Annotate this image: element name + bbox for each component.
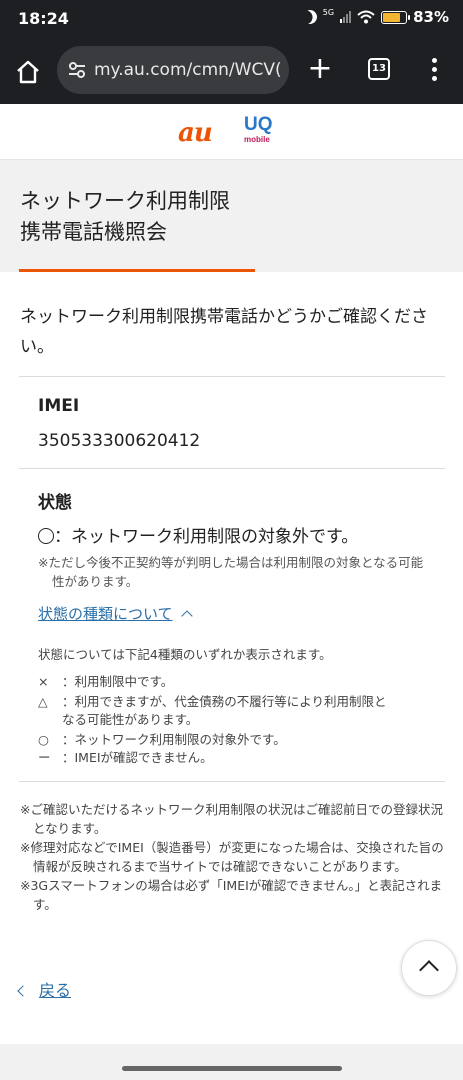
- legend-item: ○ ：ネットワーク利用制限の対象外です。: [38, 731, 286, 749]
- legend-item: △ ：利用できますが、代金債務の不履行等により利用制限と なる可能性があります。: [38, 693, 387, 729]
- status-text: ：ネットワーク利用制限の対象外です。: [54, 527, 359, 547]
- site-settings-icon[interactable]: [67, 61, 87, 79]
- gesture-bar[interactable]: [122, 1066, 342, 1071]
- legend-text-continued: なる可能性があります。: [62, 712, 199, 727]
- circle-icon: ○: [38, 732, 49, 747]
- legend-text: ：利用制限中です。: [62, 674, 174, 689]
- footnote: ※修理対応などでIMEI（製造番号）が変更になった場合は、交換された旨の情報が反…: [20, 840, 444, 874]
- chevron-left-icon[interactable]: [17, 985, 29, 997]
- scroll-to-top-button[interactable]: [401, 940, 457, 996]
- intro-text: ネットワーク利用制限携帯電話かどうかご確認ください。: [20, 307, 428, 357]
- tab-count: 13: [372, 63, 386, 74]
- footnote: ※ご確認いただけるネットワーク利用制限の状況はご確認前日での登録状況となります。: [20, 802, 443, 836]
- wifi-icon: [357, 10, 375, 24]
- legend-text: ：利用できますが、代金債務の不履行等により利用制限と: [62, 694, 387, 709]
- footnote: ※3Gスマートフォンの場合は必ず「IMEIが確認できません。」と表記されます。: [20, 878, 443, 912]
- back-link-text[interactable]: 戻る: [39, 981, 71, 1000]
- status-bar: 18:24 5G 83%: [0, 0, 463, 40]
- browser-toolbar: my.au.com/cmn/WCV( + 13: [0, 40, 463, 104]
- network-type: 5G: [322, 7, 335, 17]
- footnotes: ※ご確認いただけるネットワーク利用制限の状況はご確認前日での登録状況となります。…: [20, 800, 446, 914]
- circle-status-icon: [38, 528, 54, 544]
- tabs-icon[interactable]: 13: [368, 58, 390, 80]
- legend-text: ：ネットワーク利用制限の対象外です。: [62, 732, 286, 747]
- divider: [19, 468, 445, 469]
- dash-icon: ー: [38, 750, 51, 765]
- status-types-toggle[interactable]: 状態の種類について: [38, 603, 193, 624]
- page-footer-band: [0, 1044, 463, 1080]
- chevron-up-icon[interactable]: [180, 610, 193, 622]
- title-underline: [19, 269, 255, 272]
- au-logo[interactable]: au: [178, 118, 213, 148]
- menu-icon[interactable]: [428, 56, 440, 86]
- divider: [19, 376, 445, 377]
- page-title: ネットワーク利用制限 携帯電話機照会: [20, 186, 230, 248]
- home-icon[interactable]: [14, 58, 42, 86]
- address-bar[interactable]: my.au.com/cmn/WCV(: [57, 46, 289, 94]
- status-types-link-text[interactable]: 状態の種類について: [38, 605, 173, 623]
- clock: 18:24: [18, 9, 69, 28]
- new-tab-icon[interactable]: +: [305, 54, 335, 86]
- page-title-line2: 携帯電話機照会: [20, 220, 167, 244]
- status-label: 状態: [38, 493, 72, 513]
- url-text[interactable]: my.au.com/cmn/WCV(: [94, 60, 284, 80]
- triangle-icon: △: [38, 694, 48, 709]
- signal-icon: [340, 11, 352, 23]
- back-link[interactable]: 戻る: [17, 977, 71, 1001]
- legend-text: ：IMEIが確認できません。: [62, 750, 213, 765]
- moon-icon: [300, 7, 319, 26]
- status-result: ：ネットワーク利用制限の対象外です。: [38, 522, 358, 547]
- divider: [19, 781, 445, 782]
- cross-icon: ×: [38, 674, 49, 689]
- uq-mobile-logo[interactable]: mobile: [244, 135, 270, 144]
- battery-percent: 83%: [413, 8, 449, 26]
- status-icons: 5G 83%: [300, 7, 449, 27]
- brand-header: au UQ mobile: [0, 104, 463, 160]
- battery-icon: [381, 10, 411, 24]
- page-title-line1: ネットワーク利用制限: [20, 189, 230, 213]
- legend-description: 状態については下記4種類のいずれか表示されます。: [38, 647, 332, 662]
- imei-value: 350533300620412: [38, 431, 201, 451]
- imei-label: IMEI: [38, 396, 80, 416]
- legend-item: × ：利用制限中です。: [38, 673, 173, 691]
- status-note: ※ただし今後不正契約等が判明した場合は利用制限の対象となる可能性があります。: [38, 555, 424, 589]
- page-title-block: ネットワーク利用制限 携帯電話機照会: [0, 160, 463, 272]
- legend-item: ー ：IMEIが確認できません。: [38, 749, 213, 767]
- uq-logo[interactable]: UQ: [244, 115, 273, 134]
